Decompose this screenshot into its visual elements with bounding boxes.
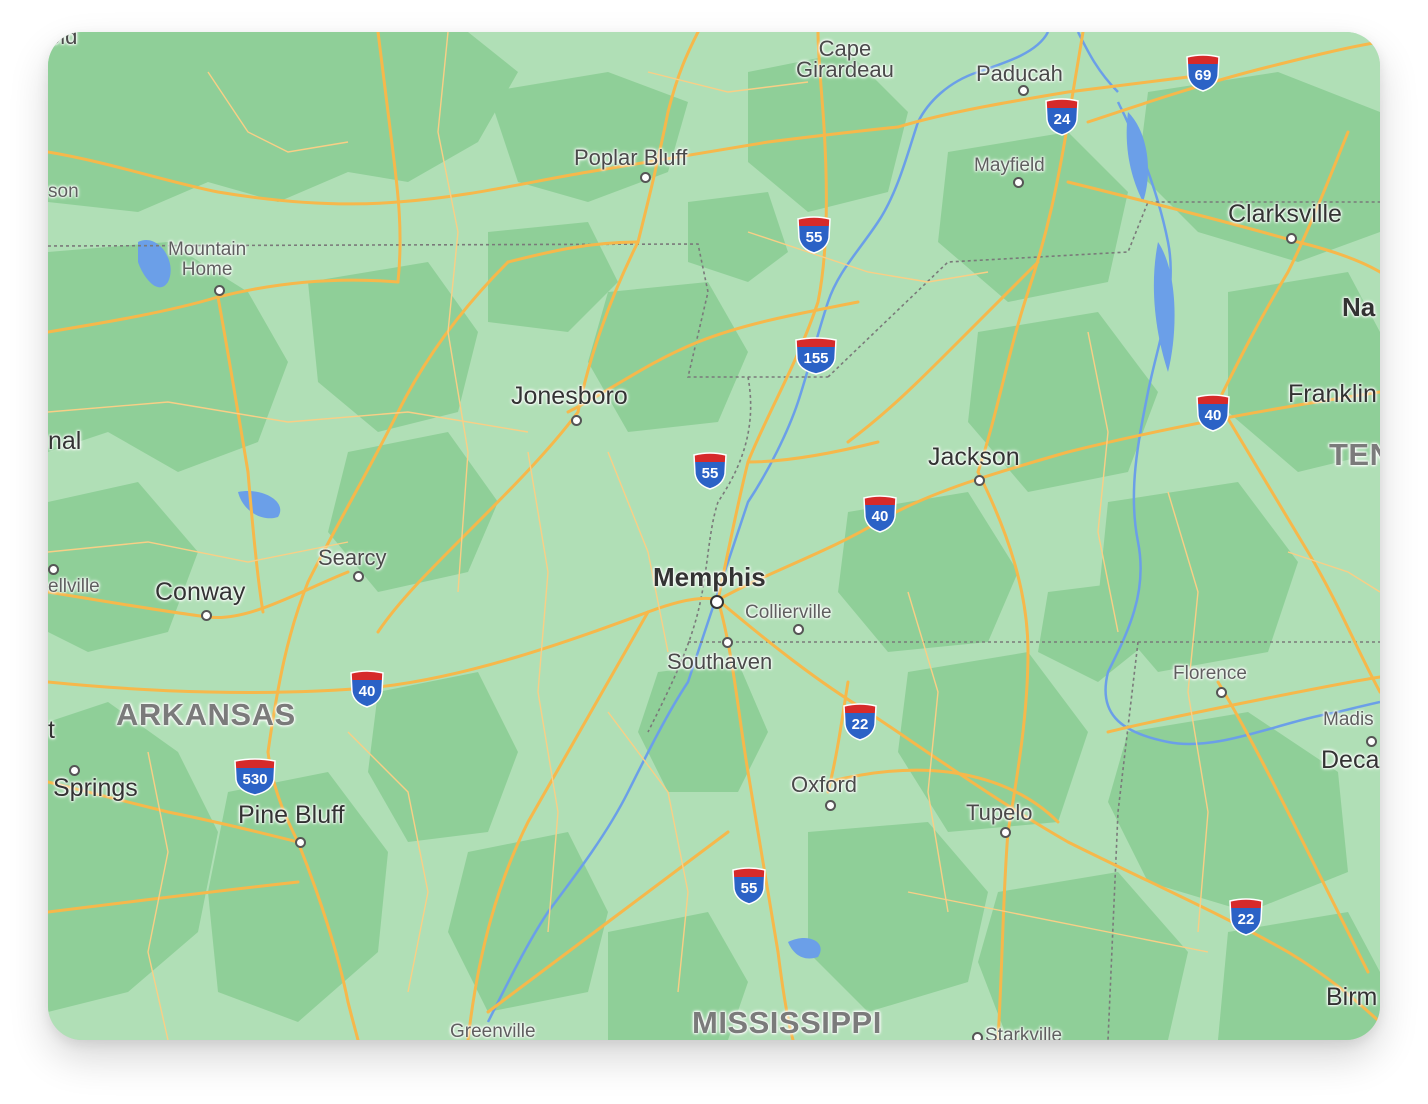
interstate-shield-icon: 69	[1184, 54, 1222, 92]
shield-number: 69	[1194, 67, 1212, 84]
city-label-jackson: Jackson	[928, 443, 1020, 471]
city-label-cape-girardeau: Cape Girardeau	[796, 36, 894, 82]
city-label-oxford: Oxford	[791, 772, 858, 797]
shield-number: 155	[803, 350, 829, 367]
shield-number: 55	[805, 229, 823, 246]
shield-number: 22	[851, 716, 869, 733]
city-label-memphis: Memphis	[653, 562, 766, 592]
city-label-tupelo: Tupelo	[966, 800, 1033, 825]
mayfield-dot	[1013, 177, 1024, 188]
poplar-bluff-dot	[640, 172, 651, 183]
oxford-dot	[825, 800, 836, 811]
map-canvas[interactable]	[48, 32, 1380, 1040]
city-label-t: t	[48, 716, 55, 744]
state-label-tennessee: TEN	[1329, 437, 1380, 472]
interstate-shield-icon: 530	[232, 758, 278, 796]
city-label-conway: Conway	[155, 578, 246, 606]
interstate-shield-icon: 55	[691, 452, 729, 490]
bellville-dot	[48, 564, 59, 575]
city-label-birmingham: Birm	[1326, 983, 1378, 1011]
city-label-eson: son	[48, 181, 79, 202]
city-label-decatur: Deca	[1321, 746, 1380, 774]
city-label-collierville: Collierville	[745, 602, 832, 623]
jackson-dot	[974, 475, 985, 486]
city-label-nal: nal	[48, 427, 82, 455]
paducah-dot	[1018, 85, 1029, 96]
city-label-bellville: ellville	[48, 576, 100, 597]
mountain-home-dot	[214, 285, 225, 296]
southaven-dot	[722, 637, 733, 648]
shield-number: 22	[1237, 911, 1255, 928]
starkville-dot	[972, 1032, 983, 1040]
shield-number: 55	[740, 880, 758, 897]
city-label-florence: Florence	[1173, 663, 1247, 684]
city-label-springs: Springs	[53, 774, 138, 802]
city-label-franklin: Franklin	[1288, 380, 1377, 408]
map-view[interactable]: Cape Girardeau Paducah Poplar Bluff Mayf…	[48, 32, 1380, 1040]
memphis-dot	[710, 595, 724, 609]
tupelo-dot	[1000, 827, 1011, 838]
interstate-shield-icon: 55	[795, 216, 833, 254]
shield-number: 24	[1053, 111, 1071, 128]
interstate-shield-icon: 40	[348, 670, 386, 708]
clarksville-dot	[1286, 233, 1297, 244]
interstate-shield-icon: 40	[1194, 394, 1232, 432]
interstate-shield-icon: 24	[1043, 98, 1081, 136]
searcy-dot	[353, 571, 364, 582]
city-label-mountain-home: Mountain Home	[168, 239, 247, 280]
interstate-shield-icon: 155	[793, 337, 839, 375]
jonesboro-dot	[571, 415, 582, 426]
state-label-arkansas: ARKANSAS	[116, 697, 296, 732]
city-label-searcy: Searcy	[318, 545, 387, 570]
city-label-mayfield: Mayfield	[974, 155, 1045, 176]
city-label-greenville: Greenville	[450, 1021, 536, 1040]
florence-dot	[1216, 687, 1227, 698]
interstate-shield-icon: 22	[841, 703, 879, 741]
city-label-poplar-bluff: Poplar Bluff	[574, 145, 688, 170]
city-label-southaven: Southaven	[667, 649, 773, 674]
city-label-clarksville: Clarksville	[1228, 200, 1342, 228]
collierville-dot	[793, 624, 804, 635]
shield-number: 530	[242, 771, 268, 788]
city-label-nashville: Na	[1342, 292, 1376, 322]
conway-dot	[201, 610, 212, 621]
interstate-shield-icon: 22	[1227, 898, 1265, 936]
city-label-pine-bluff: Pine Bluff	[238, 801, 345, 829]
city-label-gold: old	[48, 32, 78, 49]
shield-number: 40	[1204, 407, 1222, 424]
city-label-jonesboro: Jonesboro	[511, 382, 628, 410]
city-label-madison: Madis	[1323, 709, 1374, 730]
shield-number: 40	[358, 683, 376, 700]
city-label-paducah: Paducah	[976, 61, 1063, 86]
interstate-shield-icon: 55	[730, 867, 768, 905]
city-label-starkville: Starkville	[985, 1025, 1063, 1040]
pine-bluff-dot	[295, 837, 306, 848]
interstate-shield-icon: 40	[861, 495, 899, 533]
state-label-mississippi: MISSISSIPPI	[692, 1005, 882, 1040]
shield-number: 55	[701, 465, 719, 482]
shield-number: 40	[871, 508, 889, 525]
